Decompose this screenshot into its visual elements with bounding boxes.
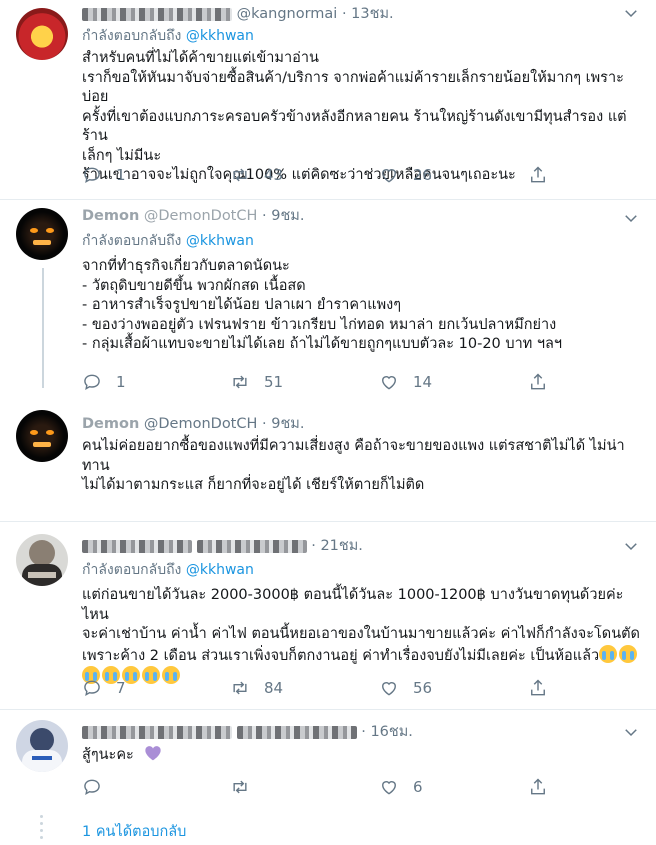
tweet-3[interactable]: Demon @DemonDotCH · 9ชม. คนไม่ค่อยอยากซื… [0, 398, 656, 522]
reply-button[interactable]: 1 [82, 370, 126, 394]
share-icon [531, 679, 545, 696]
action-bar: 1 51 14 [82, 370, 552, 394]
retweet-icon [233, 681, 247, 695]
crying-face-emoji [619, 644, 638, 663]
action-bar: 7 84 56 [82, 676, 552, 700]
blurred-display-name [82, 539, 192, 553]
blurred-handle [196, 539, 307, 553]
display-name[interactable]: Demon [82, 208, 139, 224]
thread-line [42, 268, 44, 388]
tweet-header: · 21ชม. [82, 535, 642, 557]
tweet-header: Demon @DemonDotCH · 9ชม. [82, 208, 305, 224]
action-bar: 1 43 26 [82, 163, 552, 187]
like-icon [382, 781, 396, 795]
retweet-icon [233, 168, 247, 182]
like-icon [382, 682, 396, 696]
share-button[interactable] [528, 163, 548, 187]
action-bar: 6 [82, 775, 552, 799]
mention-link[interactable]: @kkhwan [186, 233, 254, 249]
handle[interactable]: @kangnormai [237, 6, 338, 22]
timestamp[interactable]: 21ชม. [320, 538, 362, 554]
mention-link[interactable]: @kkhwan [186, 28, 254, 44]
retweet-button[interactable]: 43 [230, 163, 283, 187]
replying-to: กำลังตอบกลับถึง @kkhwan [82, 562, 254, 578]
blurred-display-name [82, 725, 232, 739]
avatar[interactable] [16, 410, 68, 462]
crying-face-emoji [599, 644, 618, 663]
tweet-4[interactable]: · 21ชม. กำลังตอบกลับถึง @kkhwan แต่ก่อนข… [0, 522, 656, 710]
share-icon [531, 778, 545, 795]
retweet-icon [233, 375, 247, 389]
timestamp[interactable]: 9ชม. [271, 208, 304, 224]
reply-icon [84, 374, 100, 391]
tweet-header: @kangnormai · 13ชม. [82, 3, 642, 25]
like-button[interactable]: 56 [379, 676, 432, 700]
avatar[interactable] [16, 720, 68, 772]
reply-button[interactable] [82, 775, 116, 799]
tweet-text: สู้ๆนะคะ [82, 745, 642, 766]
retweet-icon [233, 780, 247, 794]
reply-button[interactable]: 7 [82, 676, 126, 700]
share-button[interactable] [528, 370, 548, 394]
timestamp[interactable]: 13ชม. [351, 6, 393, 22]
tweet-1[interactable]: @kangnormai · 13ชม. กำลังตอบกลับถึง @kkh… [0, 0, 656, 200]
display-name[interactable]: Demon [82, 416, 139, 432]
share-button[interactable] [528, 775, 548, 799]
share-icon [531, 166, 545, 183]
retweet-button[interactable]: 84 [230, 676, 283, 700]
avatar[interactable] [16, 8, 68, 60]
tweet-text: จากที่ทำธุรกิจเกี่ยวกับตลาดนัดนะ - วัตถุ… [82, 258, 563, 352]
reply-icon [84, 167, 100, 184]
blurred-display-name [82, 7, 232, 21]
more-replies-dots [40, 815, 44, 843]
reply-icon [84, 779, 100, 796]
purple-heart-emoji [145, 746, 162, 761]
reply-button[interactable]: 1 [82, 163, 126, 187]
retweet-button[interactable] [230, 775, 264, 799]
like-icon [382, 376, 396, 390]
like-button[interactable]: 14 [379, 370, 432, 394]
tweet-header: Demon @DemonDotCH · 9ชม. [82, 416, 305, 432]
show-more-replies-link[interactable]: 1 คนได้ตอบกลับ [82, 820, 186, 843]
chevron-down-icon[interactable] [622, 537, 640, 555]
like-icon [382, 169, 396, 183]
avatar[interactable] [16, 208, 68, 260]
chevron-down-icon[interactable] [622, 723, 640, 741]
avatar[interactable] [16, 534, 68, 586]
tweet-text: คนไม่ค่อยอยากซื้อของแพงที่มีความเสี่ยงสู… [82, 438, 625, 493]
handle[interactable]: @DemonDotCH [144, 416, 258, 432]
tweet-2[interactable]: Demon @DemonDotCH · 9ชม. กำลังตอบกลับถึง… [0, 200, 656, 398]
retweet-button[interactable]: 51 [230, 370, 283, 394]
like-button[interactable]: 26 [379, 163, 432, 187]
tweet-header: · 16ชม. [82, 721, 642, 743]
blurred-handle [236, 725, 357, 739]
tweet-text: แต่ก่อนขายได้วันละ 2000-3000฿ ตอนนี้ได้ว… [82, 586, 642, 688]
chevron-down-icon[interactable] [622, 209, 640, 227]
tweet-5[interactable]: · 16ชม. สู้ๆนะคะ 6 1 คนได้ตอบกลับ [0, 710, 656, 845]
replying-to: กำลังตอบกลับถึง @kkhwan [82, 233, 254, 249]
chevron-down-icon[interactable] [622, 4, 640, 22]
replying-to: กำลังตอบกลับถึง @kkhwan [82, 28, 254, 44]
share-button[interactable] [528, 676, 548, 700]
timestamp[interactable]: 16ชม. [370, 724, 412, 740]
timestamp[interactable]: 9ชม. [271, 416, 304, 432]
handle[interactable]: @DemonDotCH [144, 208, 258, 224]
reply-icon [84, 680, 100, 697]
mention-link[interactable]: @kkhwan [186, 562, 254, 578]
share-icon [531, 373, 545, 390]
like-button[interactable]: 6 [379, 775, 423, 799]
